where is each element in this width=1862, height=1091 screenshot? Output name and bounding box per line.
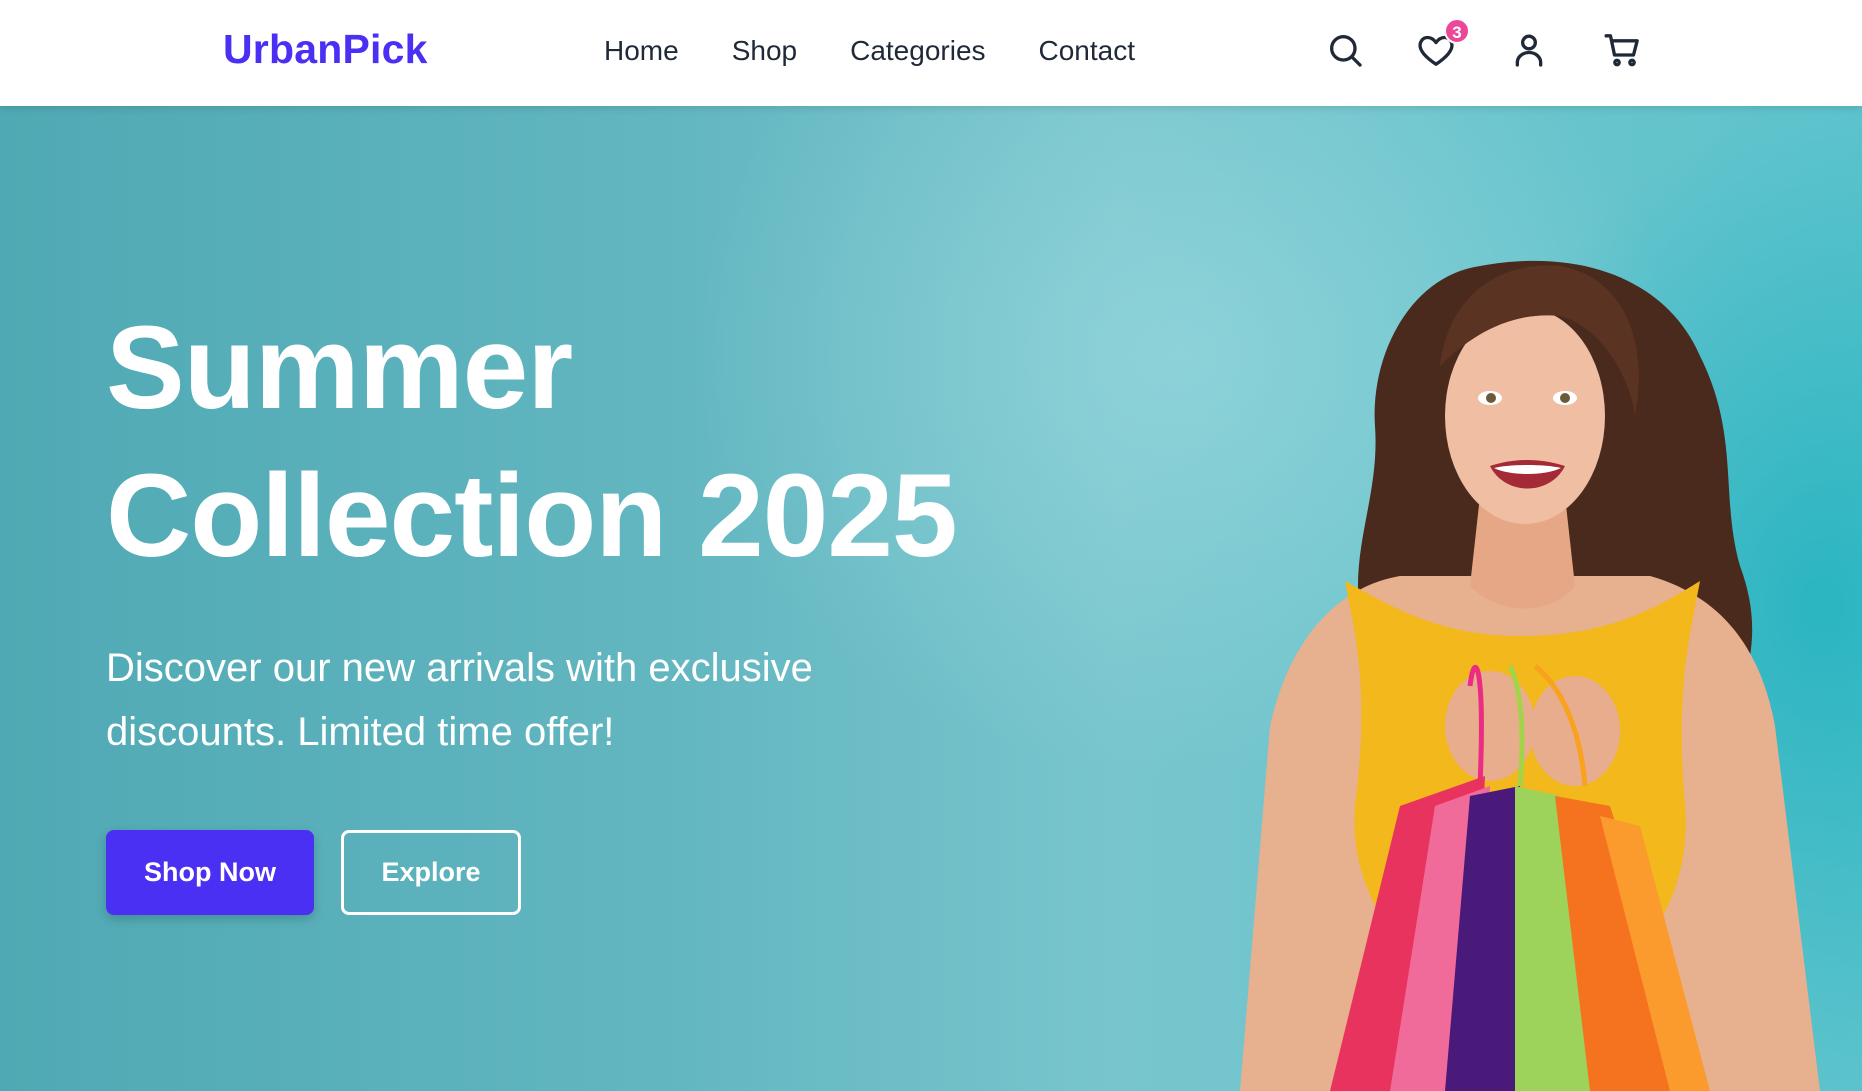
wishlist-count-badge: 3: [1444, 18, 1470, 44]
main-nav: Home Shop Categories Contact: [604, 34, 1188, 68]
hero-title: Summer Collection 2025: [106, 294, 958, 590]
cart-button[interactable]: [1600, 28, 1644, 72]
user-icon: [1515, 34, 1543, 67]
nav-categories[interactable]: Categories: [850, 34, 985, 68]
hero-subtitle: Discover our new arrivals with exclusive…: [106, 646, 813, 754]
hero-banner: Summer Collection 2025 Discover our new …: [0, 106, 1862, 1091]
nav-home[interactable]: Home: [604, 34, 679, 68]
hero-title-line-2: Collection 2025: [106, 450, 958, 582]
site-header: UrbanPick Home Shop Categories Contact 3: [0, 0, 1862, 106]
cart-icon: [1604, 34, 1639, 67]
explore-button[interactable]: Explore: [341, 830, 521, 915]
account-button[interactable]: [1507, 28, 1551, 72]
shop-now-button[interactable]: Shop Now: [106, 830, 314, 915]
search-button[interactable]: [1323, 28, 1367, 72]
search-icon: [1330, 35, 1362, 67]
brand-logo[interactable]: UrbanPick: [223, 26, 428, 73]
hero-title-line-1: Summer: [106, 302, 573, 434]
nav-shop[interactable]: Shop: [732, 34, 797, 68]
hero-model-image: [1240, 260, 1820, 1091]
nav-contact[interactable]: Contact: [1039, 34, 1136, 68]
